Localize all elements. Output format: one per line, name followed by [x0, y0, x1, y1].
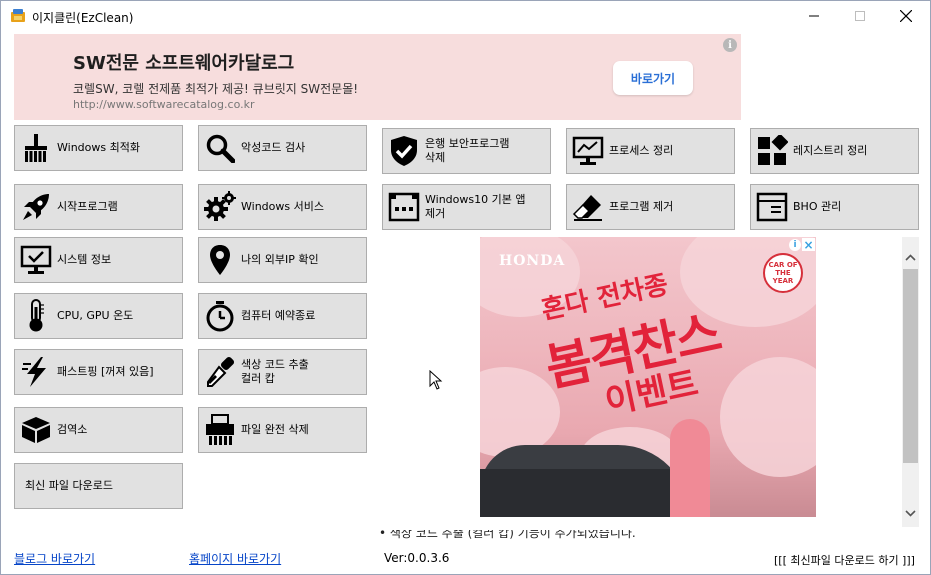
gears-icon — [199, 184, 241, 230]
tool-button-12[interactable]: 나의 외부IP 확인 — [198, 237, 367, 283]
eraser-icon — [567, 184, 609, 230]
tool-button-1[interactable]: Windows 최적화 — [14, 125, 183, 171]
tool-button-8[interactable]: Windows10 기본 앱 제거 — [382, 184, 551, 230]
tool-button-11[interactable]: 시스템 정보 — [14, 237, 183, 283]
tool-button-label: 컴퓨터 예약종료 — [241, 309, 316, 322]
maximize-button[interactable] — [837, 1, 883, 31]
tool-button-label: 최신 파일 다운로드 — [25, 479, 113, 492]
tool-button-7[interactable]: Windows 서비스 — [198, 184, 367, 230]
tool-button-label: 색상 코드 추출 컬러 캅 — [241, 358, 309, 385]
banner-go-button[interactable]: 바로가기 — [613, 61, 693, 95]
car-of-the-year-badge: CAR OF THE YEAR — [763, 253, 803, 293]
window-title: 이지클린(EzClean) — [32, 11, 134, 25]
download-latest-link[interactable]: [[[ 최신파일 다운로드 하기 ]]] — [774, 552, 915, 568]
tool-button-14[interactable]: 컴퓨터 예약종료 — [198, 293, 367, 339]
tool-button-label: 검역소 — [57, 423, 88, 436]
location-pin-icon — [199, 237, 241, 283]
tool-button-4[interactable]: 프로세스 정리 — [566, 128, 735, 174]
tool-button-9[interactable]: 프로그램 제거 — [566, 184, 735, 230]
ad-brand: HONDA — [499, 253, 566, 269]
monitor-chart-icon — [567, 128, 609, 174]
title-bar[interactable]: 이지클린(EzClean) — [1, 1, 930, 31]
tool-button-19[interactable]: 최신 파일 다운로드 — [14, 463, 183, 509]
registry-blocks-icon — [751, 128, 793, 174]
timer-icon — [199, 293, 241, 339]
tool-button-label: 악성코드 검사 — [241, 141, 306, 154]
banner-ad[interactable]: SW전문 소프트웨어카달로그 코렐SW, 코렐 전제품 최적가 제공! 큐브릿지… — [14, 34, 741, 120]
blog-link[interactable]: 블로그 바로가기 — [14, 550, 95, 567]
tool-button-label: 은행 보안프로그램 삭제 — [425, 137, 510, 164]
tool-button-label: 시작프로그램 — [57, 200, 118, 213]
tool-button-label: BHO 관리 — [793, 200, 842, 213]
tool-button-label: 파일 완전 삭제 — [241, 423, 309, 436]
monitor-info-icon — [15, 237, 57, 283]
person-image — [670, 419, 710, 517]
banner-url: http://www.softwarecatalog.co.kr — [73, 98, 255, 111]
thermometer-icon — [15, 293, 57, 339]
tool-button-label: 패스트핑 [꺼져 있음] — [57, 365, 154, 378]
tool-button-label: Windows 서비스 — [241, 200, 324, 213]
tool-button-18[interactable]: 파일 완전 삭제 — [198, 407, 367, 453]
mouse-cursor-icon — [429, 370, 443, 390]
tool-button-13[interactable]: CPU, GPU 온도 — [14, 293, 183, 339]
eyedropper-icon — [199, 349, 241, 395]
info-icon[interactable]: i — [723, 38, 737, 52]
magnifier-icon — [199, 125, 241, 171]
browser-window-icon — [751, 184, 793, 230]
scroll-thumb[interactable] — [903, 269, 918, 463]
banner-subtitle: 코렐SW, 코렐 전제품 최적가 제공! 큐브릿지 SW전문몰! — [73, 82, 359, 96]
tool-button-17[interactable]: 검역소 — [14, 407, 183, 453]
close-button[interactable] — [883, 1, 929, 31]
tool-button-5[interactable]: 레지스트리 정리 — [750, 128, 919, 174]
tool-button-16[interactable]: 색상 코드 추출 컬러 캅 — [198, 349, 367, 395]
app-window: 이지클린(EzClean) SW전문 소프트웨어카달로그 코렐SW, 코렐 전제… — [0, 0, 931, 575]
tool-button-6[interactable]: 시작프로그램 — [14, 184, 183, 230]
minimize-button[interactable] — [791, 1, 837, 31]
shield-check-icon — [383, 128, 425, 174]
rocket-icon — [15, 184, 57, 230]
tool-button-label: 프로그램 제거 — [609, 200, 674, 213]
tool-button-label: 시스템 정보 — [57, 253, 112, 266]
scroll-up-arrow-icon[interactable] — [902, 249, 919, 266]
ticker-text: • 색상 코드 추출 (컬러 캅) 기능이 추가되었습니다. — [379, 530, 636, 539]
tool-button-label: Windows10 기본 앱 제거 — [425, 193, 526, 220]
shredder-icon — [199, 407, 241, 453]
broom-icon — [15, 125, 57, 171]
version-label: Ver:0.0.3.6 — [384, 551, 450, 565]
tool-button-label: 나의 외부IP 확인 — [241, 253, 319, 266]
minimize-icon — [809, 15, 819, 17]
tool-button-label: CPU, GPU 온도 — [57, 309, 134, 322]
app-window-icon — [383, 184, 425, 230]
honda-ad[interactable]: HONDA 혼다 전차종 봄격찬스 이벤트 CAR OF THE YEAR i … — [480, 237, 816, 517]
scroll-down-arrow-icon[interactable] — [902, 505, 919, 522]
notice-ticker: • 색상 코드 추출 (컬러 캅) 기능이 추가되었습니다. — [379, 530, 859, 539]
ad-close-icon[interactable]: × — [802, 238, 815, 252]
tool-button-3[interactable]: 은행 보안프로그램 삭제 — [382, 128, 551, 174]
homepage-link[interactable]: 홈페이지 바로가기 — [189, 550, 281, 567]
tool-button-2[interactable]: 악성코드 검사 — [198, 125, 367, 171]
maximize-icon — [855, 11, 865, 21]
lightning-icon — [15, 349, 57, 395]
tool-button-label: 레지스트리 정리 — [793, 144, 868, 157]
tool-button-15[interactable]: 패스트핑 [꺼져 있음] — [14, 349, 183, 395]
box-icon — [15, 407, 57, 453]
app-icon — [11, 9, 25, 22]
tool-button-10[interactable]: BHO 관리 — [750, 184, 919, 230]
vertical-scrollbar[interactable] — [902, 237, 919, 527]
tool-button-label: 프로세스 정리 — [609, 144, 674, 157]
close-icon — [900, 10, 912, 22]
ad-info-icon[interactable]: i — [789, 239, 801, 251]
banner-title: SW전문 소프트웨어카달로그 — [73, 53, 295, 74]
tool-button-label: Windows 최적화 — [57, 141, 140, 154]
